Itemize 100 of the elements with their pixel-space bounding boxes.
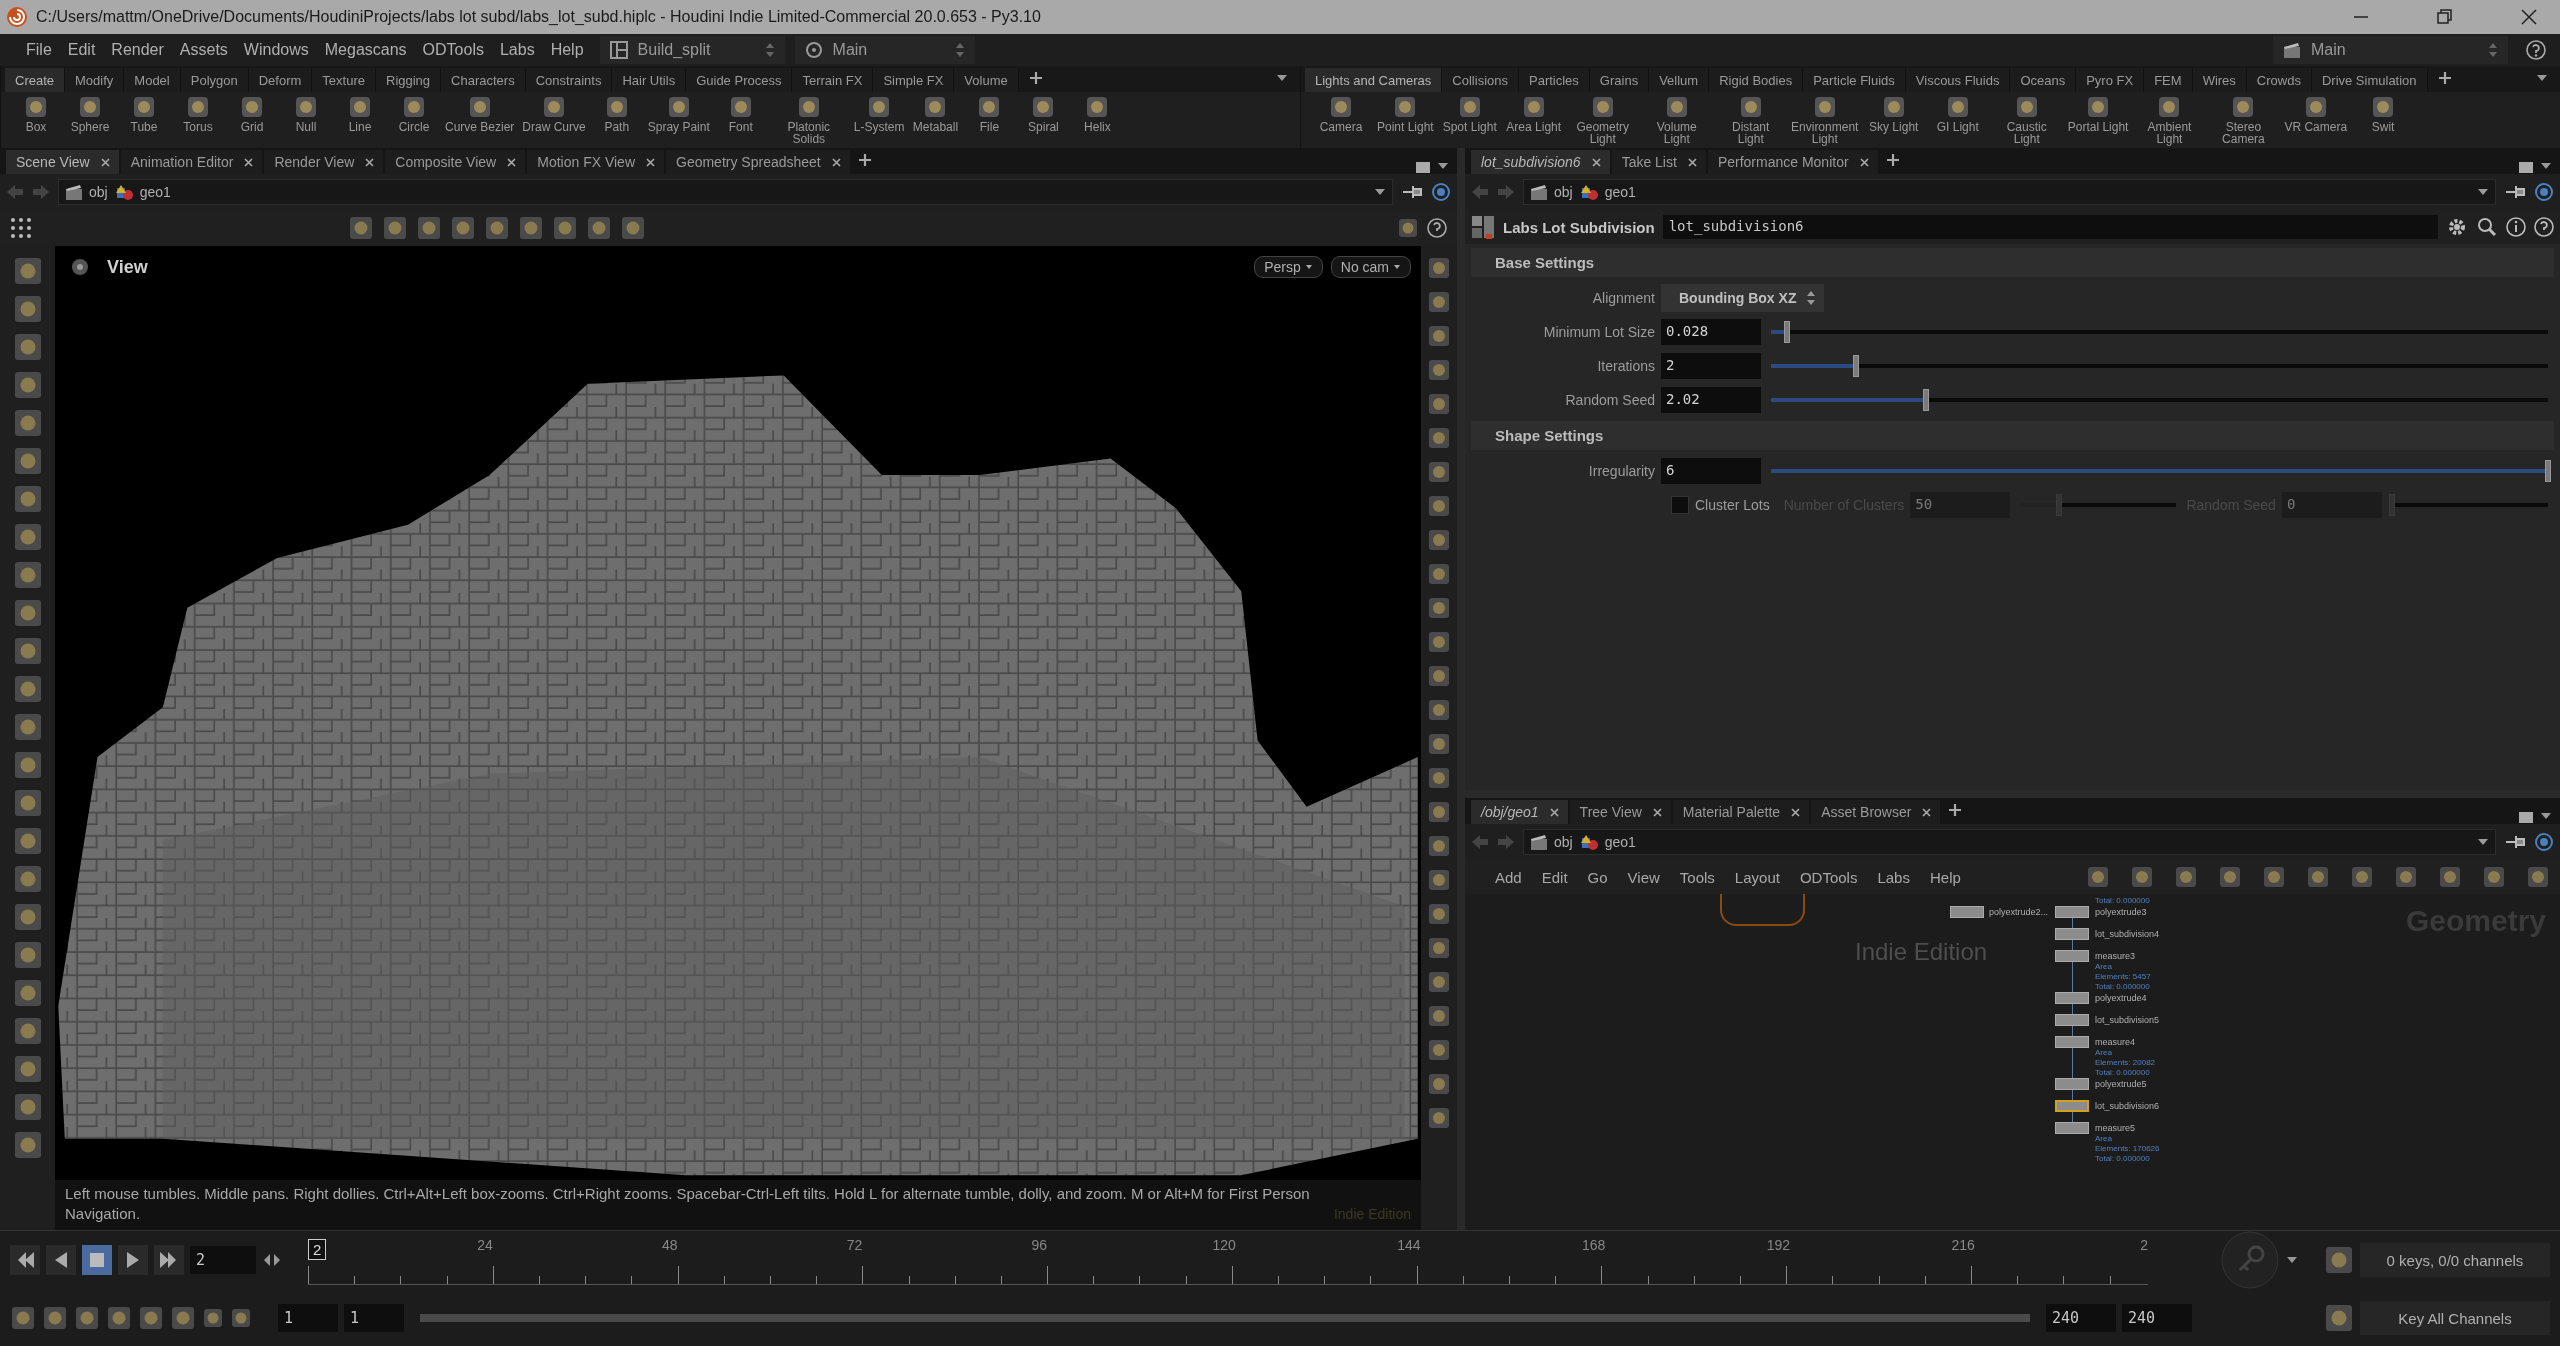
menu-item[interactable]: Labs: [1877, 868, 1910, 886]
tool-icon[interactable]: [1427, 936, 1451, 960]
tool-icon[interactable]: [1427, 664, 1451, 688]
path-crumb[interactable]: obj: [1530, 833, 1573, 851]
shelf-tool[interactable]: File: [964, 94, 1015, 133]
tool-icon[interactable]: [12, 636, 43, 666]
slider-thumb[interactable]: [2545, 460, 2551, 482]
value-field[interactable]: 0.028: [1661, 319, 1761, 345]
close-icon[interactable]: [1921, 806, 1933, 818]
shelf-tab[interactable]: FEM: [2144, 68, 2193, 92]
tool-icon[interactable]: [2350, 865, 2374, 889]
tool-icon[interactable]: [2324, 1303, 2354, 1333]
tool-icon[interactable]: [1427, 1072, 1451, 1096]
pane-layout-icon[interactable]: [2518, 160, 2534, 174]
plus-icon[interactable]: [1885, 153, 1900, 167]
shelf-tab[interactable]: Grains: [1589, 68, 1650, 92]
tool-icon[interactable]: [1427, 562, 1451, 586]
tool-icon[interactable]: [12, 978, 43, 1008]
tool-icon[interactable]: [12, 940, 43, 970]
tool-icon[interactable]: [1427, 766, 1451, 790]
plus-icon[interactable]: [1948, 803, 1963, 817]
tool-icon[interactable]: [12, 370, 43, 400]
node[interactable]: [2055, 1014, 2089, 1026]
tool-icon[interactable]: [230, 1307, 252, 1329]
tool-icon[interactable]: [12, 750, 43, 780]
caret-icon[interactable]: [2536, 73, 2548, 83]
tool-icon[interactable]: [12, 560, 43, 590]
shelf-tool[interactable]: Box: [11, 94, 61, 133]
shelf-tool[interactable]: Spray Paint: [645, 94, 712, 133]
pane-tab[interactable]: Take List: [1611, 150, 1706, 174]
shelf-tool[interactable]: Circle: [389, 94, 439, 133]
pane-tab[interactable]: /obj/geo1: [1471, 800, 1568, 824]
tool-icon[interactable]: [12, 1130, 43, 1160]
shelf-tool[interactable]: Caustic Light: [1991, 94, 2062, 145]
close-icon[interactable]: [2520, 8, 2538, 26]
tool-icon[interactable]: [106, 1305, 132, 1331]
shelf-tab[interactable]: Lights and Cameras: [1305, 68, 1443, 92]
tool-icon[interactable]: [12, 826, 43, 856]
shelf-tab[interactable]: Viscous Fluids: [1905, 68, 2011, 92]
value-field[interactable]: 2.02: [1661, 387, 1761, 413]
tool-icon[interactable]: [2482, 865, 2506, 889]
caret-icon[interactable]: [2477, 837, 2489, 847]
caret-icon[interactable]: [2477, 187, 2489, 197]
node[interactable]: [2055, 1100, 2089, 1112]
shelf-tool[interactable]: Environment Light: [1789, 94, 1860, 145]
close-icon[interactable]: [645, 156, 656, 168]
shelf-tool[interactable]: Distant Light: [1715, 94, 1786, 145]
shelf-tab[interactable]: Crowds: [2246, 68, 2312, 92]
shelf-tab[interactable]: Constraints: [525, 68, 613, 92]
tool-icon[interactable]: [1427, 698, 1451, 722]
node[interactable]: [2055, 1078, 2089, 1090]
shelf-tool[interactable]: Grid: [227, 94, 277, 133]
tool-icon[interactable]: [1427, 630, 1451, 654]
shelf-tool[interactable]: Torus: [173, 94, 223, 133]
shelf-tab[interactable]: Characters: [441, 68, 526, 92]
caret-icon[interactable]: [2540, 811, 2552, 821]
close-icon[interactable]: [830, 156, 842, 168]
pane-tab[interactable]: Performance Monitor: [1707, 150, 1878, 174]
tool-icon[interactable]: [2324, 1245, 2354, 1275]
close-icon[interactable]: [1651, 806, 1663, 818]
camera-menu[interactable]: No cam: [1330, 256, 1411, 278]
tool-icon[interactable]: [12, 712, 43, 742]
pane-layout-icon[interactable]: [2518, 810, 2534, 824]
tool-icon[interactable]: [484, 215, 510, 241]
path-field[interactable]: obj geo1: [58, 179, 1393, 205]
shelf-tool[interactable]: Point Light: [1375, 94, 1436, 133]
path-field[interactable]: obj geo1: [1523, 179, 2496, 205]
pin-icon[interactable]: [2504, 833, 2526, 851]
close-icon[interactable]: [1686, 156, 1698, 168]
section-header[interactable]: Base Settings: [1471, 248, 2554, 277]
menu-item[interactable]: Labs: [493, 41, 541, 59]
shelf-tool[interactable]: Swit: [2353, 94, 2414, 133]
tool-icon[interactable]: [12, 598, 43, 628]
shelf-tool[interactable]: Helix: [1072, 94, 1123, 133]
shelf-tool[interactable]: Ambient Light: [2134, 94, 2205, 145]
menu-item[interactable]: Layout: [1734, 868, 1780, 886]
tool-icon[interactable]: [1427, 1004, 1451, 1028]
menu-item[interactable]: Edit: [61, 41, 102, 59]
tool-icon[interactable]: [12, 332, 43, 362]
start-frame-field[interactable]: 1: [278, 1304, 338, 1332]
value-field[interactable]: 6: [1661, 458, 1761, 484]
menu-item[interactable]: Tools: [1679, 868, 1715, 886]
pane-tab[interactable]: lot_subdivision6: [1471, 150, 1610, 174]
tool-icon[interactable]: [416, 215, 442, 241]
close-icon[interactable]: [243, 156, 255, 168]
tool-icon[interactable]: [552, 215, 578, 241]
path-crumb[interactable]: geo1: [115, 183, 171, 201]
close-icon[interactable]: [1790, 806, 1802, 818]
key-mode-menu[interactable]: Key All Channels: [2360, 1301, 2550, 1335]
gear-icon[interactable]: [2446, 216, 2468, 238]
tool-icon[interactable]: [1427, 426, 1451, 450]
shelf-tool[interactable]: Area Light: [1503, 94, 1564, 133]
pane-tab[interactable]: Scene View: [6, 150, 119, 174]
tool-icon[interactable]: [1427, 256, 1451, 280]
close-icon[interactable]: [1590, 156, 1602, 168]
tool-icon[interactable]: [12, 484, 43, 514]
node[interactable]: [2055, 992, 2089, 1004]
close-icon[interactable]: [364, 156, 376, 168]
shelf-tab[interactable]: Rigging: [376, 68, 442, 92]
tool-icon[interactable]: [1427, 324, 1451, 348]
